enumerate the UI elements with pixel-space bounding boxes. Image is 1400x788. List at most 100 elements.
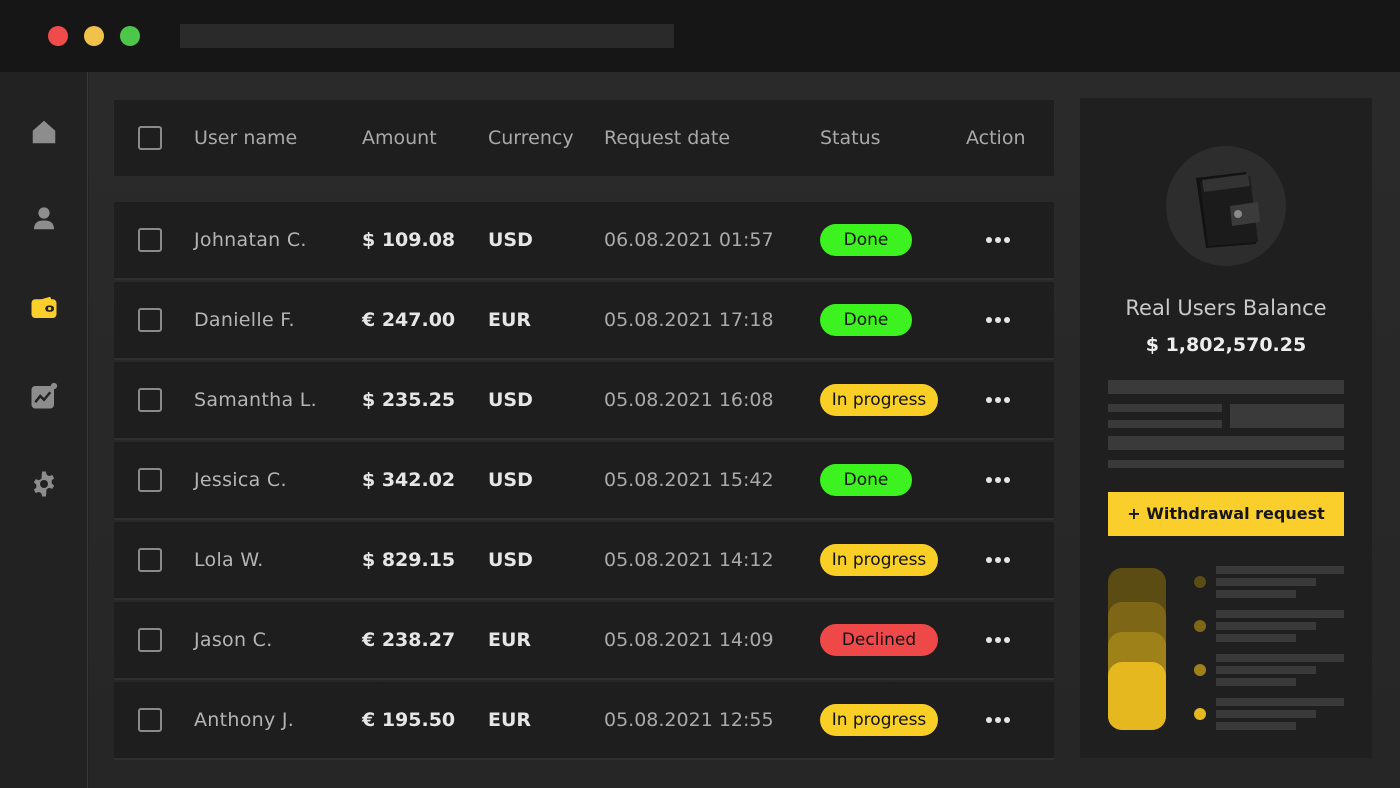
amount: $ 109.08 xyxy=(362,229,456,251)
request-date: 05.08.2021 14:12 xyxy=(604,549,774,571)
user-name: Samantha L. xyxy=(194,389,317,411)
row-checkbox[interactable] xyxy=(138,388,162,412)
amount: $ 342.02 xyxy=(362,469,456,491)
more-actions-button[interactable] xyxy=(984,706,1012,734)
address-bar[interactable] xyxy=(180,24,674,48)
request-date: 05.08.2021 12:55 xyxy=(604,709,774,731)
user-name: Johnatan C. xyxy=(194,229,307,251)
more-actions-button[interactable] xyxy=(984,226,1012,254)
placeholder-line xyxy=(1216,578,1316,586)
placeholder-line xyxy=(1216,654,1344,662)
placeholder-line xyxy=(1216,678,1296,686)
withdrawal-request-button[interactable]: + Withdrawal request xyxy=(1108,492,1344,536)
table-row: Johnatan C. $ 109.08 USD 06.08.2021 01:5… xyxy=(114,202,1054,278)
row-checkbox[interactable] xyxy=(138,628,162,652)
user-name: Anthony J. xyxy=(194,709,295,731)
placeholder-line xyxy=(1216,698,1344,706)
status-badge: Done xyxy=(820,224,912,256)
column-header-amount[interactable]: Amount xyxy=(362,100,437,176)
placeholder-line xyxy=(1216,590,1296,598)
request-date: 05.08.2021 14:09 xyxy=(604,629,774,651)
table-row: Anthony J. € 195.50 EUR 05.08.2021 12:55… xyxy=(114,682,1054,758)
placeholder-line xyxy=(1216,566,1344,574)
sidebar xyxy=(0,72,88,788)
minimize-window-button[interactable] xyxy=(84,26,104,46)
home-icon[interactable] xyxy=(28,116,60,148)
legend-dot xyxy=(1194,708,1206,720)
legend-dot xyxy=(1194,664,1206,676)
currency: USD xyxy=(488,469,533,491)
user-name: Danielle F. xyxy=(194,309,295,331)
column-header-request-date[interactable]: Request date xyxy=(604,100,730,176)
balance-value: $ 1,802,570.25 xyxy=(1145,334,1307,356)
row-checkbox[interactable] xyxy=(138,228,162,252)
balance-title: Real Users Balance xyxy=(1125,296,1327,320)
gear-icon[interactable] xyxy=(28,468,60,500)
placeholder-line xyxy=(1216,666,1316,674)
placeholder-line xyxy=(1108,380,1344,394)
currency: USD xyxy=(488,549,533,571)
table-row: Jason C. € 238.27 EUR 05.08.2021 14:09 D… xyxy=(114,602,1054,678)
status-badge: Done xyxy=(820,304,912,336)
more-actions-button[interactable] xyxy=(984,466,1012,494)
column-header-user-name[interactable]: User name xyxy=(194,100,297,176)
balance-panel: Real Users Balance $ 1,802,570.25 + With… xyxy=(1080,98,1372,758)
amount: € 247.00 xyxy=(362,309,456,331)
currency: EUR xyxy=(488,629,532,651)
table-row: Lola W. $ 829.15 USD 05.08.2021 14:12 In… xyxy=(114,522,1054,598)
placeholder-line xyxy=(1108,404,1222,412)
column-header-status[interactable]: Status xyxy=(820,100,881,176)
analytics-icon[interactable] xyxy=(28,380,60,412)
column-header-action: Action xyxy=(966,127,1026,149)
user-name: Lola W. xyxy=(194,549,264,571)
amount: $ 829.15 xyxy=(362,549,456,571)
status-badge: Declined xyxy=(820,624,938,656)
more-actions-button[interactable] xyxy=(984,626,1012,654)
more-actions-button[interactable] xyxy=(984,546,1012,574)
request-date: 05.08.2021 16:08 xyxy=(604,389,774,411)
placeholder-block xyxy=(1230,404,1344,428)
close-window-button[interactable] xyxy=(48,26,68,46)
amount: € 238.27 xyxy=(362,629,456,651)
user-name: Jessica C. xyxy=(194,469,287,491)
placeholder-line xyxy=(1216,722,1296,730)
more-actions-button[interactable] xyxy=(984,386,1012,414)
select-all-checkbox[interactable] xyxy=(138,126,162,150)
maximize-window-button[interactable] xyxy=(120,26,140,46)
window-title-bar xyxy=(0,0,1400,72)
table-row: Samantha L. $ 235.25 USD 05.08.2021 16:0… xyxy=(114,362,1054,438)
request-date: 06.08.2021 01:57 xyxy=(604,229,774,251)
currency: EUR xyxy=(488,709,532,731)
legend-dot xyxy=(1194,620,1206,632)
wallet-icon xyxy=(1196,172,1260,248)
currency: EUR xyxy=(488,309,532,331)
amount: $ 235.25 xyxy=(362,389,456,411)
table-header: User name Amount Currency Request date S… xyxy=(114,100,1054,176)
status-badge: In progress xyxy=(820,384,938,416)
request-date: 05.08.2021 15:42 xyxy=(604,469,774,491)
currency: USD xyxy=(488,389,533,411)
placeholder-line xyxy=(1108,420,1222,428)
legend-dot xyxy=(1194,576,1206,588)
status-badge: Done xyxy=(820,464,912,496)
stack-segment xyxy=(1108,662,1166,730)
request-date: 05.08.2021 17:18 xyxy=(604,309,774,331)
amount: € 195.50 xyxy=(362,709,456,731)
placeholder-line xyxy=(1108,436,1344,450)
column-header-currency[interactable]: Currency xyxy=(488,100,574,176)
more-actions-button[interactable] xyxy=(984,306,1012,334)
row-checkbox[interactable] xyxy=(138,468,162,492)
wallet-icon[interactable] xyxy=(28,292,60,324)
status-badge: In progress xyxy=(820,544,938,576)
placeholder-line xyxy=(1216,634,1296,642)
table-row: Jessica C. $ 342.02 USD 05.08.2021 15:42… xyxy=(114,442,1054,518)
placeholder-line xyxy=(1216,610,1344,618)
row-checkbox[interactable] xyxy=(138,308,162,332)
user-icon[interactable] xyxy=(28,202,60,234)
status-badge: In progress xyxy=(820,704,938,736)
row-checkbox[interactable] xyxy=(138,548,162,572)
placeholder-line xyxy=(1216,710,1316,718)
table-row: Danielle F. € 247.00 EUR 05.08.2021 17:1… xyxy=(114,282,1054,358)
currency: USD xyxy=(488,229,533,251)
row-checkbox[interactable] xyxy=(138,708,162,732)
